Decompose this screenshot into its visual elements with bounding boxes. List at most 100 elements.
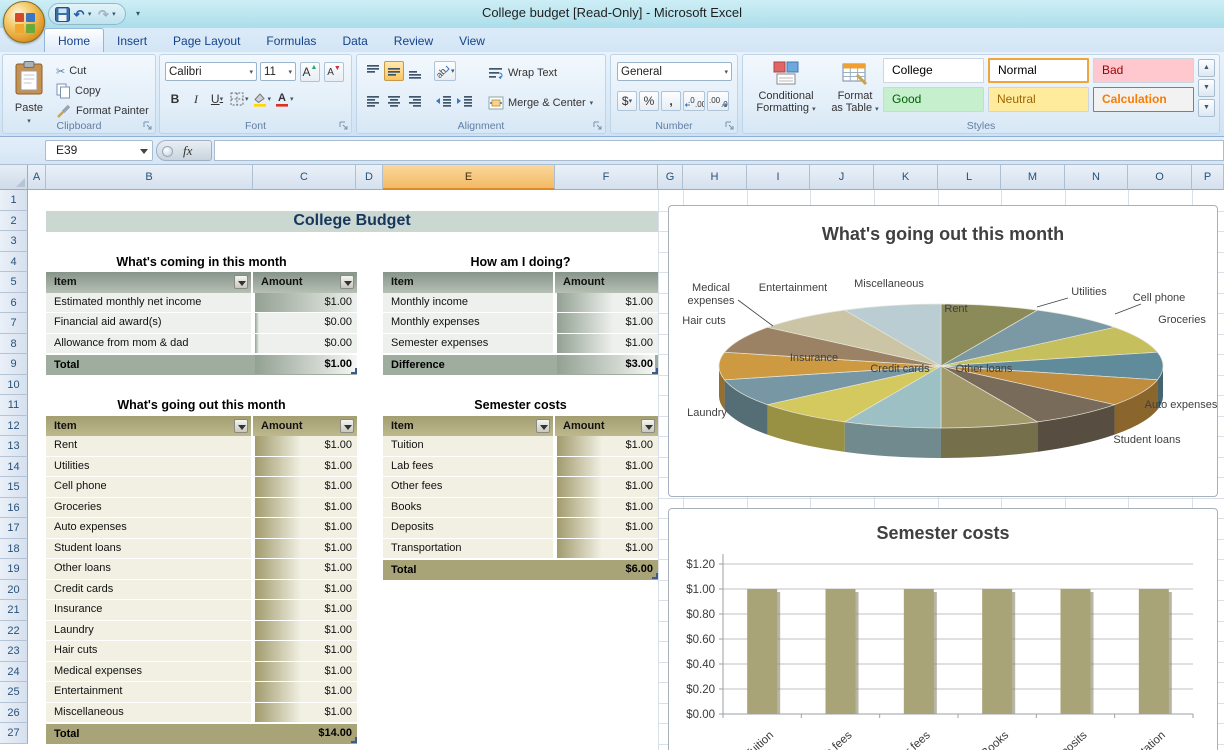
format-as-table-button[interactable]: Format as Table ▾ bbox=[829, 59, 881, 116]
amount-cell[interactable]: $1.00 bbox=[557, 334, 658, 354]
increase-indent-button[interactable] bbox=[455, 91, 475, 111]
amount-cell[interactable]: $1.00 bbox=[255, 559, 357, 579]
amount-cell[interactable]: $1.00 bbox=[255, 662, 357, 682]
column-header-K[interactable]: K bbox=[874, 165, 938, 190]
row-header-9[interactable]: 9 bbox=[0, 354, 28, 375]
row-header-7[interactable]: 7 bbox=[0, 313, 28, 334]
item-cell[interactable]: Laundry bbox=[46, 621, 253, 641]
amount-cell[interactable]: $1.00 bbox=[557, 518, 658, 538]
amount-cell[interactable]: $1.00 bbox=[255, 293, 357, 313]
item-cell[interactable]: Groceries bbox=[46, 498, 253, 518]
number-dialog-launcher[interactable] bbox=[724, 120, 735, 131]
row-header-23[interactable]: 23 bbox=[0, 641, 28, 662]
paste-button[interactable]: Paste▾ bbox=[7, 59, 51, 121]
item-cell[interactable]: Rent bbox=[46, 436, 253, 456]
row-header-22[interactable]: 22 bbox=[0, 621, 28, 642]
merge-center-button[interactable]: Merge & Center▾ bbox=[485, 93, 596, 113]
item-cell[interactable]: Auto expenses bbox=[46, 518, 253, 538]
column-header-B[interactable]: B bbox=[46, 165, 253, 190]
cell-style-college[interactable]: College bbox=[883, 58, 984, 83]
shrink-font-button[interactable]: A▼ bbox=[324, 62, 344, 82]
amount-cell[interactable]: $1.00 bbox=[255, 498, 357, 518]
amount-cell[interactable]: $1.00 bbox=[255, 539, 357, 559]
item-cell[interactable]: Utilities bbox=[46, 457, 253, 477]
align-center-button[interactable] bbox=[384, 91, 404, 111]
filter-dropdown-icon[interactable] bbox=[340, 275, 354, 289]
middle-align-button[interactable] bbox=[384, 61, 404, 81]
decrease-decimal-button[interactable]: .00.0 bbox=[707, 91, 729, 111]
row-header-25[interactable]: 25 bbox=[0, 682, 28, 703]
row-header-17[interactable]: 17 bbox=[0, 518, 28, 539]
column-header-E[interactable]: E bbox=[383, 165, 555, 190]
item-cell[interactable]: Tuition bbox=[383, 436, 555, 456]
column-header-N[interactable]: N bbox=[1065, 165, 1128, 190]
table-heading-coming-in[interactable]: What's coming in this month bbox=[46, 252, 357, 273]
styles-more-button[interactable]: ▼ bbox=[1198, 99, 1215, 117]
item-cell[interactable]: Medical expenses bbox=[46, 662, 253, 682]
table-doing-total-row[interactable]: Difference$3.00 bbox=[383, 354, 658, 375]
item-cell[interactable]: Entertainment bbox=[46, 682, 253, 702]
item-cell[interactable]: Deposits bbox=[383, 518, 555, 538]
row-header-20[interactable]: 20 bbox=[0, 580, 28, 601]
amount-cell[interactable]: $1.00 bbox=[255, 703, 357, 723]
item-cell[interactable]: Monthly income bbox=[383, 293, 555, 313]
wrap-text-button[interactable]: Wrap Text bbox=[485, 63, 560, 83]
cell-style-good[interactable]: Good bbox=[883, 87, 984, 112]
item-cell[interactable]: Allowance from mom & dad bbox=[46, 334, 253, 354]
item-cell[interactable]: Student loans bbox=[46, 539, 253, 559]
table-going-out-total-row[interactable]: Total$14.00 bbox=[46, 723, 357, 744]
comma-style-button[interactable]: , bbox=[661, 91, 681, 111]
save-button[interactable] bbox=[55, 5, 70, 23]
row-header-15[interactable]: 15 bbox=[0, 477, 28, 498]
column-header-H[interactable]: H bbox=[683, 165, 747, 190]
format-painter-button[interactable]: Format Painter bbox=[53, 101, 152, 121]
amount-cell[interactable]: $1.00 bbox=[255, 518, 357, 538]
conditional-formatting-button[interactable]: Conditional Formatting ▾ bbox=[747, 59, 825, 116]
item-cell[interactable]: Transportation bbox=[383, 539, 555, 559]
item-cell[interactable]: Miscellaneous bbox=[46, 703, 253, 723]
decrease-indent-button[interactable] bbox=[434, 91, 454, 111]
filter-dropdown-icon[interactable] bbox=[234, 419, 248, 433]
item-cell[interactable]: Cell phone bbox=[46, 477, 253, 497]
column-header-L[interactable]: L bbox=[938, 165, 1001, 190]
row-header-14[interactable]: 14 bbox=[0, 457, 28, 478]
amount-cell[interactable]: $0.00 bbox=[255, 313, 357, 333]
column-header-O[interactable]: O bbox=[1128, 165, 1192, 190]
row-header-16[interactable]: 16 bbox=[0, 498, 28, 519]
top-align-button[interactable] bbox=[363, 61, 383, 81]
grow-font-button[interactable]: A▲ bbox=[300, 62, 320, 82]
amount-cell[interactable]: $1.00 bbox=[557, 313, 658, 333]
row-header-11[interactable]: 11 bbox=[0, 395, 28, 416]
row-header-3[interactable]: 3 bbox=[0, 231, 28, 252]
clipboard-dialog-launcher[interactable] bbox=[142, 120, 153, 131]
font-dialog-launcher[interactable] bbox=[338, 120, 349, 131]
amount-cell[interactable]: $1.00 bbox=[557, 498, 658, 518]
table-going-out-header-item[interactable]: Item bbox=[46, 416, 253, 437]
item-cell[interactable]: Semester expenses bbox=[383, 334, 555, 354]
row-header-1[interactable]: 1 bbox=[0, 190, 28, 211]
tab-data[interactable]: Data bbox=[329, 29, 380, 53]
alignment-dialog-launcher[interactable] bbox=[592, 120, 603, 131]
column-header-D[interactable]: D bbox=[356, 165, 383, 190]
amount-cell[interactable]: $1.00 bbox=[557, 457, 658, 477]
column-header-M[interactable]: M bbox=[1001, 165, 1065, 190]
amount-cell[interactable]: $1.00 bbox=[255, 436, 357, 456]
undo-button[interactable]: ↶ bbox=[71, 5, 86, 23]
row-header-12[interactable]: 12 bbox=[0, 416, 28, 437]
borders-button[interactable]: ▾ bbox=[228, 89, 250, 109]
item-cell[interactable]: Hair cuts bbox=[46, 641, 253, 661]
table-coming-in-header-item[interactable]: Item bbox=[46, 272, 253, 293]
styles-scroll-up[interactable]: ▲ bbox=[1198, 59, 1215, 77]
row-header-19[interactable]: 19 bbox=[0, 559, 28, 580]
table-coming-in-header-amount[interactable]: Amount bbox=[253, 272, 357, 293]
item-cell[interactable]: Other fees bbox=[383, 477, 555, 497]
column-header-A[interactable]: A bbox=[28, 165, 46, 190]
number-format-combo[interactable]: General▾ bbox=[617, 62, 732, 81]
row-header-13[interactable]: 13 bbox=[0, 436, 28, 457]
copy-button[interactable]: Copy bbox=[53, 81, 152, 101]
tab-view[interactable]: View bbox=[446, 29, 498, 53]
font-size-combo[interactable]: 11▾ bbox=[260, 62, 296, 81]
amount-cell[interactable]: $1.00 bbox=[557, 293, 658, 313]
item-cell[interactable]: Lab fees bbox=[383, 457, 555, 477]
cell-style-neutral[interactable]: Neutral bbox=[988, 87, 1089, 112]
